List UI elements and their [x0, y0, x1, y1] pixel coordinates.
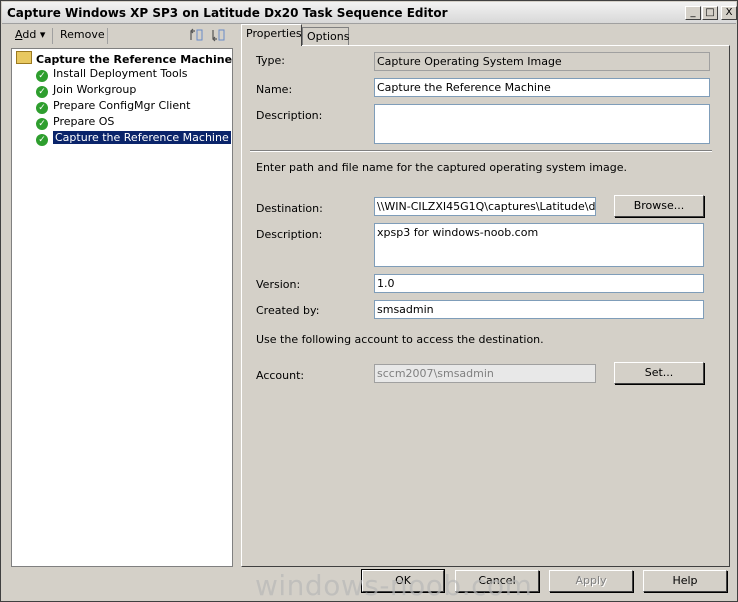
close-button[interactable]: X [721, 6, 737, 20]
tree-item-label: Prepare OS [53, 115, 115, 128]
version-label: Version: [256, 278, 301, 291]
tree-item-label: Join Workgroup [53, 83, 137, 96]
apply-button[interactable]: Apply [549, 570, 633, 592]
destination-label: Destination: [256, 202, 323, 215]
title-bar[interactable]: Capture Windows XP SP3 on Latitude Dx20 … [2, 2, 737, 24]
type-label: Type: [256, 54, 285, 67]
type-field: Capture Operating System Image [374, 52, 710, 71]
section-divider [250, 150, 712, 152]
image-description-field[interactable]: xpsp3 for windows-noob.com [374, 223, 704, 267]
watermark: windows-noob.com [255, 569, 533, 602]
tree-item-label: Prepare ConfigMgr Client [53, 99, 191, 112]
description-label: Description: [256, 109, 323, 122]
tree-root[interactable]: Capture the Reference Machine [16, 51, 232, 67]
tree-item-prepare-os[interactable]: ✓ Prepare OS [36, 115, 114, 131]
window-title: Capture Windows XP SP3 on Latitude Dx20 … [7, 6, 448, 20]
folder-icon [16, 51, 32, 64]
account-field: sccm2007\smsadmin [374, 364, 596, 383]
tree-root-label: Capture the Reference Machine [36, 53, 233, 66]
set-account-button[interactable]: Set... [614, 362, 704, 384]
help-button[interactable]: Help [643, 570, 727, 592]
toolbar-divider [107, 28, 108, 44]
tree-item-label: Capture the Reference Machine [53, 131, 231, 144]
tab-properties[interactable]: Properties [241, 24, 302, 46]
remove-button[interactable]: Remove [60, 28, 105, 44]
tab-options[interactable]: Options [302, 27, 349, 45]
task-sequence-tree[interactable]: Capture the Reference Machine ✓ Install D… [11, 48, 233, 567]
destination-field[interactable]: \\WIN-CILZXI45G1Q\captures\Latitude\dx20 [374, 197, 596, 216]
check-icon: ✓ [36, 102, 48, 114]
version-field[interactable]: 1.0 [374, 274, 704, 293]
add-button[interactable]: Add ▾ [15, 28, 45, 44]
tree-item-label: Install Deployment Tools [53, 67, 188, 80]
created-by-field[interactable]: smsadmin [374, 300, 704, 319]
properties-panel: Type: Capture Operating System Image Nam… [241, 45, 730, 567]
maximize-button[interactable]: □ [702, 6, 718, 20]
task-sequence-editor-window: Capture Windows XP SP3 on Latitude Dx20 … [0, 0, 738, 602]
name-field[interactable]: Capture the Reference Machine [374, 78, 710, 97]
toolbar-divider [52, 28, 53, 44]
image-description-label: Description: [256, 228, 323, 241]
tree-item-capture-reference-machine[interactable]: ✓ Capture the Reference Machine [36, 131, 231, 147]
move-down-icon[interactable] [210, 27, 226, 47]
chevron-down-icon: ▾ [39, 28, 46, 41]
check-icon: ✓ [36, 86, 48, 98]
browse-button[interactable]: Browse... [614, 195, 704, 217]
check-icon: ✓ [36, 70, 48, 82]
created-by-label: Created by: [256, 304, 320, 317]
add-label-rest: dd [22, 28, 37, 41]
tree-item-install-deployment-tools[interactable]: ✓ Install Deployment Tools [36, 67, 188, 83]
description-field[interactable] [374, 104, 710, 144]
tree-item-join-workgroup[interactable]: ✓ Join Workgroup [36, 83, 136, 99]
account-instruction-text: Use the following account to access the … [256, 333, 544, 346]
account-label: Account: [256, 369, 305, 382]
check-icon: ✓ [36, 118, 48, 130]
check-icon: ✓ [36, 134, 48, 146]
minimize-button[interactable]: _ [685, 6, 701, 20]
move-up-icon[interactable] [188, 27, 204, 47]
tree-item-prepare-configmgr-client[interactable]: ✓ Prepare ConfigMgr Client [36, 99, 190, 115]
capture-instruction-text: Enter path and file name for the capture… [256, 161, 627, 174]
task-toolbar: Add ▾ Remove [10, 26, 233, 46]
name-label: Name: [256, 83, 293, 96]
